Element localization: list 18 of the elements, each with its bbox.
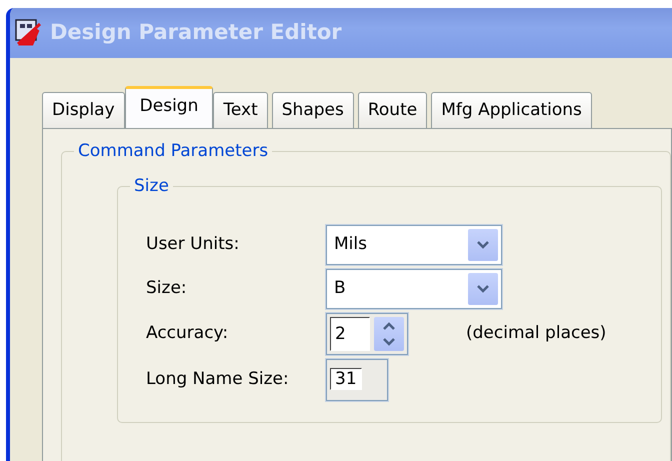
field-label: User Units: bbox=[146, 233, 240, 256]
dropdown[interactable]: Mils bbox=[326, 225, 502, 265]
tab[interactable]: Text bbox=[213, 92, 268, 128]
input-field[interactable]: 31 bbox=[330, 368, 362, 390]
window-title: Design Parameter Editor bbox=[50, 19, 342, 46]
spin-arrows-icon[interactable] bbox=[374, 317, 404, 351]
app-icon bbox=[14, 18, 44, 48]
tab[interactable]: Route bbox=[358, 92, 428, 128]
unit-label: (decimal places) bbox=[466, 322, 606, 346]
dropdown[interactable]: B bbox=[326, 269, 502, 309]
tab[interactable]: Design bbox=[124, 86, 214, 128]
field-label: Accuracy: bbox=[146, 322, 230, 346]
field-label: Long Name Size: bbox=[146, 368, 290, 392]
field-label: Size: bbox=[146, 277, 188, 300]
tab[interactable]: Shapes bbox=[272, 92, 354, 128]
tab[interactable]: Mfg Applications bbox=[431, 92, 592, 128]
tab[interactable]: Display bbox=[42, 92, 125, 128]
spinner[interactable]: 2 bbox=[326, 313, 408, 355]
